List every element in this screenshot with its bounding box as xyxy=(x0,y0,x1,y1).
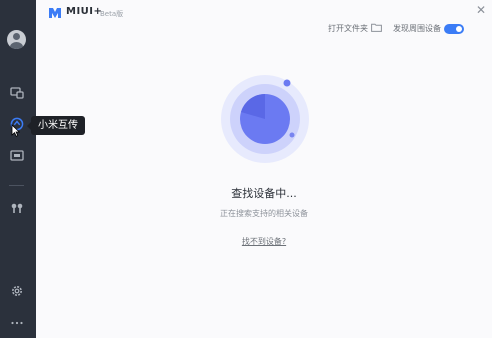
sidebar xyxy=(0,0,36,338)
discover-devices-control: 发现周围设备 xyxy=(393,23,464,34)
cannot-find-device-link[interactable]: 找不到设备? xyxy=(242,237,286,246)
close-icon[interactable]: ✕ xyxy=(476,3,486,17)
tooltip-xiaomi-share: 小米互传 xyxy=(27,116,85,135)
gear-icon[interactable] xyxy=(9,283,25,299)
avatar[interactable] xyxy=(7,30,26,49)
app-title: MIUI+ xyxy=(66,6,103,17)
beta-badge: Beta版 xyxy=(100,10,124,18)
screen-cast-icon[interactable] xyxy=(9,148,25,164)
help-link-container: 找不到设备? xyxy=(0,236,492,247)
status-title: 查找设备中... xyxy=(231,187,297,200)
open-folder-label: 打开文件夹 xyxy=(328,24,368,33)
status-subtitle: 正在搜索支持的相关设备 xyxy=(220,209,308,218)
more-dots-icon[interactable] xyxy=(9,315,25,331)
mouse-cursor-icon xyxy=(11,122,21,141)
title-bar: MIUI+ Beta版 ✕ xyxy=(36,0,492,24)
open-folder-button[interactable]: 打开文件夹 xyxy=(328,23,382,34)
devices-icon[interactable] xyxy=(9,85,25,101)
discover-devices-toggle[interactable] xyxy=(444,23,464,34)
miui-logo-icon xyxy=(48,5,62,19)
discover-devices-label: 发现周围设备 xyxy=(393,24,441,33)
radar-scan-animation xyxy=(220,74,310,164)
folder-icon xyxy=(371,23,382,34)
